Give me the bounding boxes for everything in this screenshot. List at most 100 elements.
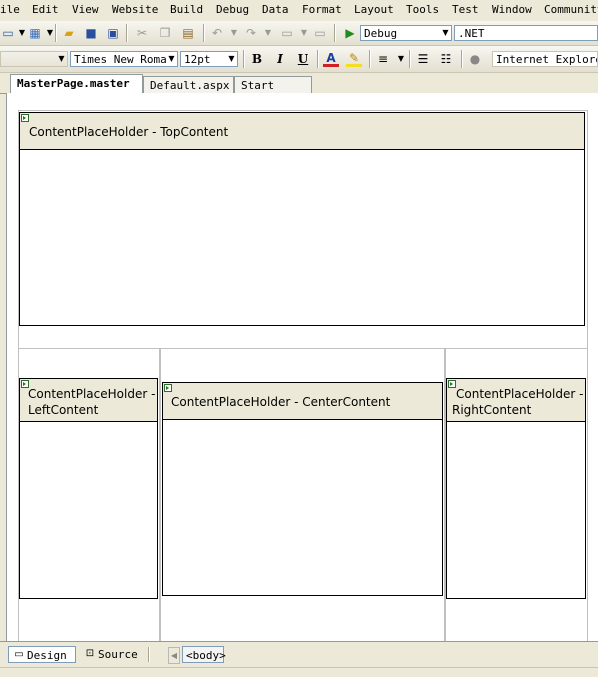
solution-platform-select[interactable]: .NET xyxy=(454,25,598,41)
menu-file[interactable]: ile xyxy=(0,3,20,16)
save-all-icon[interactable]: ▣ xyxy=(105,25,121,41)
placeholder-label-line1: ContentPlaceHolder - xyxy=(456,387,584,401)
copy-icon[interactable]: ❐ xyxy=(157,25,173,41)
redo-icon[interactable]: ↷ xyxy=(243,25,259,41)
placeholder-label: ContentPlaceHolder - TopContent xyxy=(29,125,229,139)
bulleted-list-icon[interactable]: ☰ xyxy=(415,51,431,67)
font-size-select[interactable]: 12pt ▼ xyxy=(180,51,238,67)
menu-data[interactable]: Data xyxy=(262,3,289,16)
font-name-select[interactable]: Times New Roman ▼ xyxy=(70,51,178,67)
paste-icon[interactable]: ▤ xyxy=(180,25,196,41)
tab-default-aspx[interactable]: Default.aspx xyxy=(143,76,234,93)
add-item-icon[interactable]: ▦ xyxy=(27,25,43,41)
placeholder-header: ContentPlaceHolder - TopContent xyxy=(20,113,584,150)
menu-tools[interactable]: Tools xyxy=(406,3,439,16)
menu-community[interactable]: Community xyxy=(544,3,598,16)
chevron-down-icon[interactable]: ▼ xyxy=(56,52,67,66)
design-icon: ▭ xyxy=(14,649,24,660)
dropdown-arrow-icon[interactable]: ▼ xyxy=(393,51,409,67)
dropdown-arrow-icon[interactable]: ▼ xyxy=(260,25,276,41)
cut-icon[interactable]: ✂ xyxy=(134,25,150,41)
tab-masterpage[interactable]: MasterPage.master xyxy=(10,74,143,93)
view-switcher-bar: ▭ Design ⊡ Source ◀ <body> xyxy=(0,641,598,668)
target-schema-value: Internet Explorer xyxy=(496,53,598,66)
menu-window[interactable]: Window xyxy=(492,3,532,16)
placeholder-label: ContentPlaceHolder - RightContent xyxy=(452,386,583,418)
design-view-button[interactable]: ▭ Design xyxy=(8,646,76,663)
chevron-down-icon[interactable]: ▼ xyxy=(440,26,451,40)
source-view-label: Source xyxy=(98,648,138,661)
separator xyxy=(126,24,128,42)
target-schema-icon[interactable]: ● xyxy=(467,51,483,67)
placeholder-label-line2: RightContent xyxy=(452,403,532,417)
font-name-value: Times New Roman xyxy=(74,53,174,66)
placeholder-label: ContentPlaceHolder - LeftContent xyxy=(28,386,155,418)
save-icon[interactable]: ■ xyxy=(83,25,99,41)
separator xyxy=(334,24,336,42)
placeholder-header: ContentPlaceHolder - LeftContent xyxy=(20,379,157,422)
design-view-label: Design xyxy=(27,649,67,662)
design-surface[interactable]: ContentPlaceHolder - TopContent ContentP… xyxy=(6,93,598,641)
chevron-down-icon[interactable]: ▼ xyxy=(226,52,237,66)
source-view-button[interactable]: ⊡ Source xyxy=(80,646,142,663)
separator xyxy=(243,50,245,68)
standard-toolbar: ▭ ▼ ▦ ▼ ▰ ■ ▣ ✂ ❐ ▤ ↶ ▼ ↷ ▼ ▭ ▼ ▭ ▶ Debu… xyxy=(0,21,598,46)
placeholder-header: ContentPlaceHolder - CenterContent xyxy=(163,383,442,420)
solution-configuration-select[interactable]: Debug ▼ xyxy=(360,25,452,41)
top-content-placeholder[interactable]: ContentPlaceHolder - TopContent xyxy=(19,112,585,326)
bold-button[interactable]: B xyxy=(249,51,265,67)
right-content-placeholder[interactable]: ContentPlaceHolder - RightContent xyxy=(446,378,586,599)
tab-label: Default.aspx xyxy=(150,79,230,92)
italic-button[interactable]: I xyxy=(272,51,288,67)
scroll-left-icon[interactable]: ◀ xyxy=(168,647,180,664)
left-content-placeholder[interactable]: ContentPlaceHolder - LeftContent xyxy=(19,378,158,599)
source-icon: ⊡ xyxy=(85,648,95,659)
placeholder-glyph-icon xyxy=(164,384,172,392)
numbered-list-icon[interactable]: ☷ xyxy=(438,51,454,67)
undo-icon[interactable]: ↶ xyxy=(209,25,225,41)
menu-edit[interactable]: Edit xyxy=(32,3,59,16)
tab-label: MasterPage.master xyxy=(17,77,130,90)
document-tab-strip: MasterPage.master Default.aspx Start Pag… xyxy=(0,73,598,109)
separator xyxy=(317,50,319,68)
menu-format[interactable]: Format xyxy=(302,3,342,16)
placeholder-glyph-icon xyxy=(21,114,29,122)
menu-test[interactable]: Test xyxy=(452,3,479,16)
separator xyxy=(203,24,205,42)
placeholder-label-line1: ContentPlaceHolder - xyxy=(28,387,156,401)
open-folder-icon[interactable]: ▰ xyxy=(61,25,77,41)
separator xyxy=(148,647,150,662)
menu-bar: ile Edit View Website Build Debug Data F… xyxy=(0,0,598,20)
separator xyxy=(461,50,463,68)
target-schema-select[interactable]: Internet Explorer xyxy=(492,51,598,67)
menu-website[interactable]: Website xyxy=(112,3,158,16)
body-tag-label: <body> xyxy=(186,649,226,662)
background-color-icon[interactable]: ✎ xyxy=(346,51,362,67)
tab-start-page[interactable]: Start Page xyxy=(234,76,312,109)
separator xyxy=(369,50,371,68)
menu-view[interactable]: View xyxy=(72,3,99,16)
chevron-down-icon[interactable]: ▼ xyxy=(166,52,177,66)
separator xyxy=(55,24,57,42)
solution-platform-value: .NET xyxy=(458,27,485,40)
start-debugging-icon[interactable]: ▶ xyxy=(342,25,358,41)
formatting-toolbar: ▼ Times New Roman ▼ 12pt ▼ B I U A ✎ ≡ ▼… xyxy=(0,46,598,73)
menu-debug[interactable]: Debug xyxy=(216,3,249,16)
placeholder-label: ContentPlaceHolder - CenterContent xyxy=(171,395,391,409)
menu-layout[interactable]: Layout xyxy=(354,3,394,16)
dropdown-arrow-icon[interactable]: ▼ xyxy=(296,25,312,41)
center-content-placeholder[interactable]: ContentPlaceHolder - CenterContent xyxy=(162,382,443,596)
navigate-forward-icon[interactable]: ▭ xyxy=(312,25,328,41)
placeholder-label-line2: LeftContent xyxy=(28,403,99,417)
foreground-color-icon[interactable]: A xyxy=(323,51,339,67)
dropdown-arrow-icon[interactable]: ▼ xyxy=(226,25,242,41)
solution-configuration-value: Debug xyxy=(364,27,398,40)
navigate-backward-icon[interactable]: ▭ xyxy=(279,25,295,41)
placeholder-header: ContentPlaceHolder - RightContent xyxy=(447,379,585,422)
justify-icon[interactable]: ≡ xyxy=(375,51,391,67)
underline-button[interactable]: U xyxy=(295,51,311,67)
menu-build[interactable]: Build xyxy=(170,3,203,16)
font-size-value: 12pt xyxy=(184,53,211,66)
block-format-select[interactable]: ▼ xyxy=(0,51,68,67)
tag-navigator-body[interactable]: <body> xyxy=(182,646,226,663)
